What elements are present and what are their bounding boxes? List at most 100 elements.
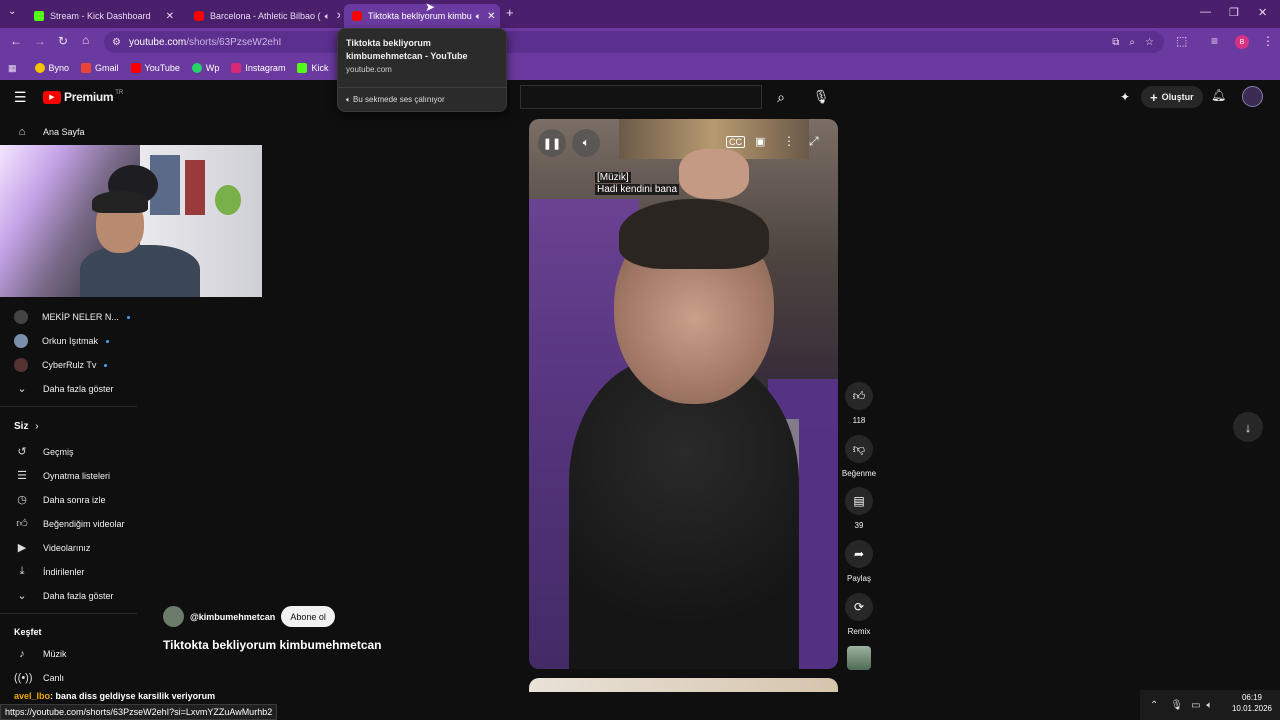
profile-avatar[interactable]: B (1235, 35, 1249, 49)
reload-icon[interactable]: ↻ (58, 34, 68, 48)
sidebar-subscription-orkun[interactable]: Orkun Işıtmak (14, 334, 110, 348)
hamburger-menu-icon[interactable]: ☰ (14, 89, 27, 106)
tooltip-title: Tiktokta bekliyorum kimbumehmetcan - You… (346, 38, 468, 61)
sidebar-show-more-you[interactable]: ⌄ Daha fazla göster (14, 589, 113, 602)
bookmark-kick[interactable]: Kick (297, 63, 328, 73)
bookmark-wp[interactable]: Wp (191, 63, 220, 73)
bookmark-gmail[interactable]: Gmail (81, 63, 119, 73)
tab-tiktokta-active[interactable]: Tiktokta bekliyorum kimbu 🔈︎ ✕ (344, 4, 500, 28)
channel-avatar (14, 310, 28, 324)
tab-barcelona[interactable]: Barcelona - Athletic Bilbao ( 🔈︎ ✕ (186, 4, 340, 28)
apps-grid-icon[interactable]: ▦ (8, 63, 17, 74)
next-short-button[interactable]: ↓ (1233, 412, 1263, 442)
restore-button[interactable]: ❐ (1229, 6, 1239, 19)
thumbs-up-icon: 👍︎ (845, 382, 873, 410)
remix-button[interactable]: ⟳ Remix (845, 593, 873, 636)
sidebar-item-label: Oynatma listeleri (43, 470, 111, 481)
create-button[interactable]: + Oluştur (1141, 86, 1203, 108)
sparkle-icon[interactable]: ✦ (1120, 90, 1130, 104)
channel-name[interactable]: @kimbumehmetcan (190, 612, 275, 622)
account-avatar[interactable] (1242, 86, 1263, 107)
sidebar-item-label: Beğendiğim videolar (43, 518, 125, 529)
notifications-bell-icon[interactable]: 🔔︎ (1211, 88, 1226, 102)
home-icon[interactable]: ⌂ (82, 33, 89, 47)
sidebar-subscription-cyberrulz[interactable]: CyberRulz Tv (14, 358, 108, 372)
voice-search-button[interactable]: 🎙︎ (808, 85, 834, 109)
sidebar-item-watch-later[interactable]: ◷ Daha sonra izle (14, 493, 105, 506)
install-icon[interactable]: ⧉ (1112, 37, 1119, 48)
sidebar-item-liked-videos[interactable]: 👍︎ Beğendiğim videolar (14, 517, 125, 530)
dislike-label: Beğenme (841, 469, 877, 478)
streamer-webcam-overlay (0, 145, 262, 297)
sidebar-show-more-subscriptions[interactable]: ⌄ Daha fazla göster (14, 382, 113, 395)
zoom-icon[interactable]: ⌕ (1129, 37, 1135, 48)
close-window-button[interactable]: ✕ (1258, 6, 1267, 19)
share-button[interactable]: ➦ Paylaş (845, 540, 873, 583)
pause-button[interactable]: ❚❚ (538, 129, 566, 157)
search-input[interactable] (520, 85, 762, 109)
sidebar-subscription-mekip[interactable]: MEKİP NELER N... (14, 310, 130, 324)
menu-kebab-icon[interactable]: ⋮ (1262, 34, 1274, 48)
tray-chevron-icon[interactable]: ⌃ (1150, 700, 1158, 711)
search-button[interactable]: ⌕ (762, 85, 800, 109)
bookmark-instagram[interactable]: Instagram (231, 63, 285, 73)
sidebar-item-music[interactable]: ♪ Müzik (14, 648, 66, 660)
volume-button[interactable]: 🔈︎ (572, 129, 600, 157)
media-control-icon[interactable]: ≡ (1211, 34, 1218, 48)
mouse-cursor-icon: ➤ (425, 0, 436, 14)
display-icon[interactable]: ▭ (1191, 700, 1200, 711)
close-tab-icon[interactable]: ✕ (330, 11, 340, 22)
new-tab-button[interactable]: + (506, 5, 514, 20)
next-short-preview[interactable] (529, 678, 838, 692)
bookmark-star-icon[interactable]: ☆ (1145, 37, 1154, 48)
dislike-button[interactable]: 👎︎ Beğenme (842, 435, 876, 478)
taskbar-clock[interactable]: 06:19 10.01.2026 (1224, 692, 1280, 714)
sidebar-item-your-videos[interactable]: ▶ Videolarınız (14, 541, 91, 554)
channel-avatar (14, 334, 28, 348)
tooltip-divider (338, 87, 506, 88)
like-button[interactable]: 👍︎ 118 (845, 382, 873, 425)
tab-label: Stream - Kick Dashboard (50, 11, 151, 21)
miniplayer-icon[interactable]: ▣ (755, 135, 765, 148)
captions-icon[interactable]: CC (726, 136, 745, 148)
back-icon[interactable]: ← (10, 34, 22, 48)
microphone-icon: 🎙︎ (812, 89, 830, 104)
close-tab-icon[interactable]: ✕ (160, 11, 174, 22)
bookmark-youtube[interactable]: YouTube (130, 63, 180, 73)
address-bar[interactable]: ⚙ youtube.com/shorts/63PzseW2ehI ⧉ ⌕ ☆ (104, 31, 1164, 53)
arrow-down-icon: ↓ (1244, 419, 1252, 435)
pause-icon: ❚❚ (542, 137, 562, 150)
sidebar-item-home[interactable]: ⌂ Ana Sayfa (14, 126, 85, 138)
microphone-tray-icon[interactable]: 🎙︎ (1170, 700, 1183, 711)
bookmark-label: Wp (205, 63, 220, 73)
channel-avatar (14, 358, 28, 372)
volume-tray-icon[interactable]: 🔈︎ (1207, 700, 1213, 711)
comments-button[interactable]: ▤ 39 (845, 487, 873, 530)
thumbs-down-icon: 👎︎ (845, 435, 873, 463)
like-icon: 👍︎ (16, 518, 28, 530)
tab-search-icon[interactable]: ⌄ (8, 6, 16, 17)
share-icon: ➦ (845, 540, 873, 568)
url-path: /shorts/63PzseW2ehI (186, 36, 282, 48)
bookmark-byno[interactable]: Byno (34, 63, 69, 73)
site-info-icon[interactable]: ⚙ (112, 37, 121, 48)
create-label: Oluştur (1161, 92, 1194, 102)
sidebar-you-heading[interactable]: Siz › (14, 421, 39, 432)
tab-kick-dashboard[interactable]: Stream - Kick Dashboard ✕ (26, 4, 182, 28)
fullscreen-icon[interactable]: ⤢ (809, 134, 819, 149)
sidebar-item-live[interactable]: ((•)) Canlı (14, 672, 64, 684)
kick-favicon-icon (34, 11, 44, 21)
extensions-icon[interactable]: ⬚ (1176, 34, 1187, 48)
shorts-video-player[interactable]: ❚❚ 🔈︎ CC ▣ ⋮ ⤢ [Müzik] Hadi kendini bana (529, 119, 838, 669)
close-tab-icon[interactable]: ✕ (481, 11, 495, 22)
forward-icon[interactable]: → (34, 34, 46, 48)
subscribe-button[interactable]: Abone ol (281, 606, 335, 627)
channel-avatar[interactable] (163, 606, 184, 627)
sidebar-item-history[interactable]: ↺ Geçmiş (14, 445, 73, 458)
more-options-icon[interactable]: ⋮ (783, 134, 795, 148)
sidebar-item-playlists[interactable]: ☰ Oynatma listeleri (14, 469, 110, 482)
sidebar-item-downloads[interactable]: ⤓ İndirilenler (14, 565, 85, 578)
minimize-button[interactable]: — (1200, 6, 1211, 18)
youtube-premium-logo[interactable]: ▶ Premium TR (43, 90, 123, 104)
sound-thumbnail[interactable] (847, 646, 871, 670)
